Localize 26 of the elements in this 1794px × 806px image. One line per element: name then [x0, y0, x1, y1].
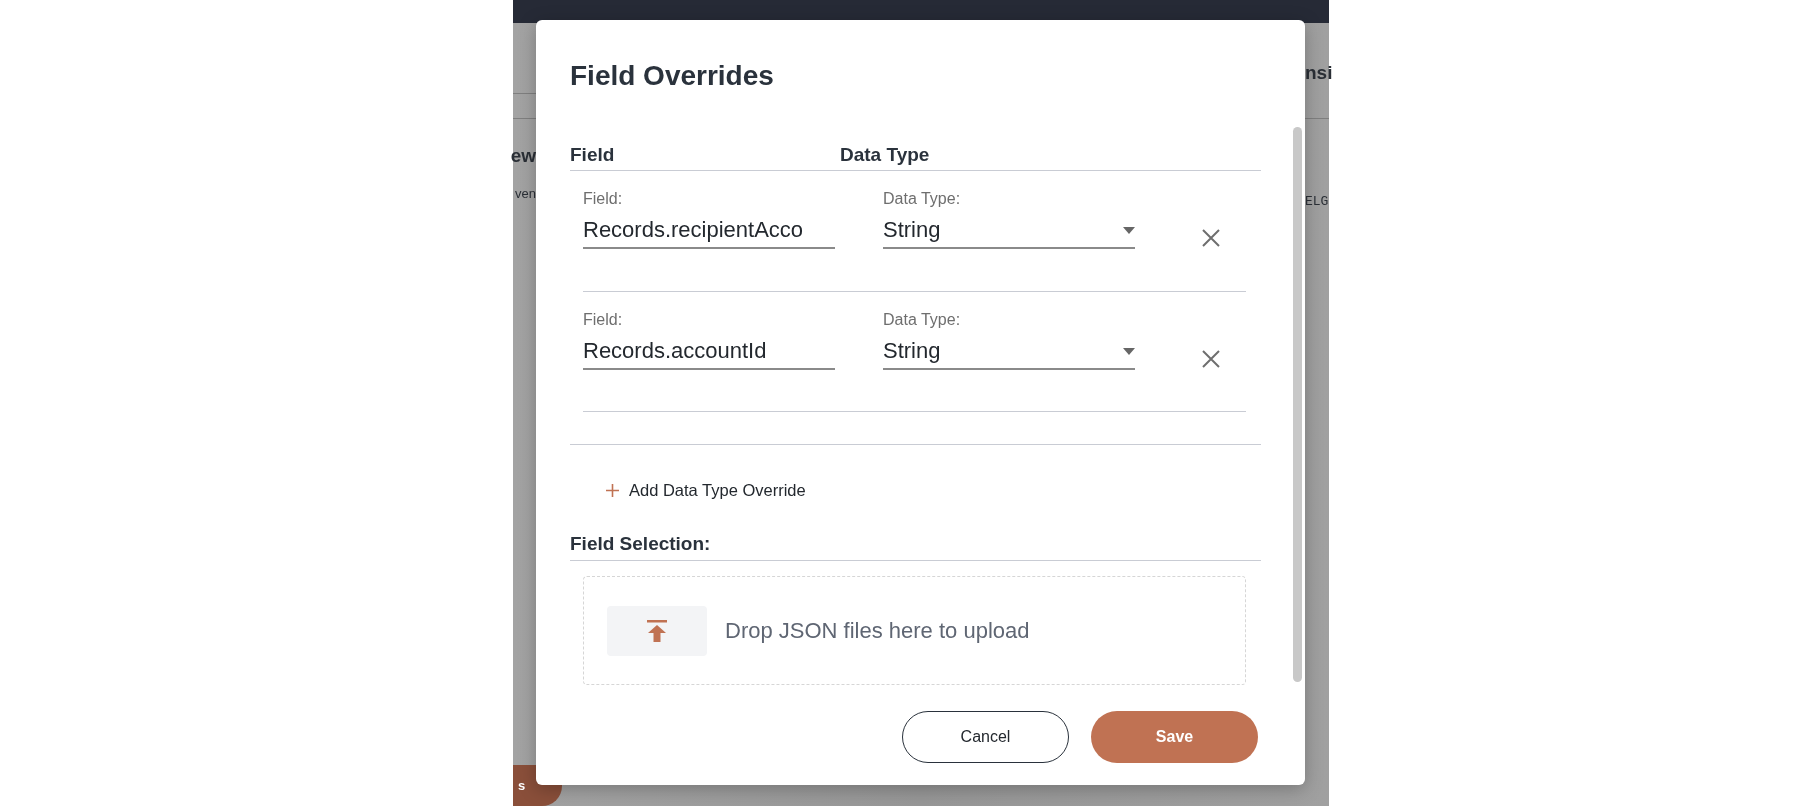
- field-label: Data Type:: [883, 190, 962, 208]
- field-input[interactable]: Records.recipientAcco: [583, 217, 835, 249]
- dialog-title: Field Overrides: [570, 59, 775, 93]
- close-icon[interactable]: [1201, 229, 1220, 247]
- column-header: Field: [570, 144, 616, 166]
- save-button[interactable]: Save: [1091, 711, 1258, 763]
- field-label: Field:: [583, 190, 624, 208]
- close-icon[interactable]: [1201, 350, 1220, 368]
- add-override-button[interactable]: Add Data Type Override: [606, 481, 806, 500]
- dropdown-caret-icon: [1123, 226, 1135, 234]
- dropdown-caret-icon: [1123, 347, 1135, 355]
- upload-icon: [647, 619, 667, 642]
- file-dropzone[interactable]: Drop JSON files here to upload: [583, 576, 1246, 685]
- type-select[interactable]: String: [883, 217, 1135, 249]
- column-header: Data Type: [840, 144, 931, 166]
- field-label: Field:: [583, 311, 624, 329]
- cancel-button[interactable]: Cancel: [902, 711, 1069, 763]
- field-input[interactable]: Records.accountId: [583, 338, 835, 370]
- dropzone-text: Drop JSON files here to upload: [725, 617, 1030, 644]
- body-text: ven: [515, 186, 536, 202]
- field-label: Data Type:: [883, 311, 962, 329]
- scrollbar-thumb[interactable]: [1293, 127, 1302, 682]
- type-select[interactable]: String: [883, 338, 1135, 370]
- plus-icon: [606, 484, 619, 497]
- code-text: ELG: [1305, 194, 1329, 210]
- section-title: Field Selection:: [570, 533, 1261, 561]
